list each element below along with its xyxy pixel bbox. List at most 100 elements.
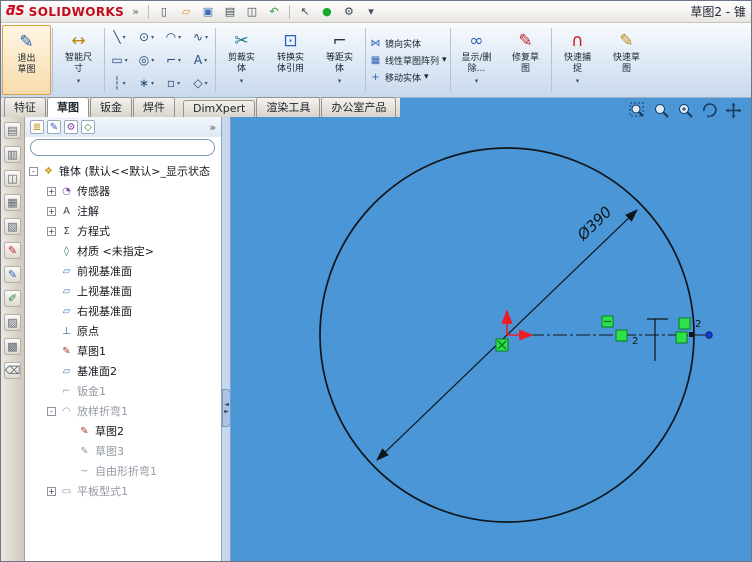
mirror-entities-button[interactable]: ⋈ 镜向实体 [369, 37, 449, 50]
dropdown-caret-icon[interactable]: ▾ [177, 80, 180, 87]
book-icon[interactable]: ▩ [4, 338, 21, 355]
tab-sketch[interactable]: 草图 [47, 97, 89, 117]
tree-item-material[interactable]: ◊ 材质 <未指定> [25, 241, 221, 261]
relation-badge-right-bottom[interactable] [675, 331, 688, 344]
tree-item-top-plane[interactable]: ▱ 上视基准面 [25, 281, 221, 301]
circle-tool-icon[interactable]: ⊙ ▾ [133, 26, 160, 49]
horizontal-relation-badge[interactable] [601, 315, 614, 328]
tree-item-freeform-bend1[interactable]: ~ 自由形折弯1 [25, 461, 221, 481]
tree-item-sheet-metal1[interactable]: ⌐ 钣金1 [25, 381, 221, 401]
expand-toggle-icon[interactable]: + [47, 226, 56, 236]
dropdown-caret-icon[interactable]: ▾ [178, 57, 181, 64]
repair-sketch-button[interactable]: ✎ 修复草 图 [501, 25, 550, 95]
tree-item-lofted-bend1[interactable]: - ◠ 放样折弯1 [25, 401, 221, 421]
tree-item-flat-pattern1[interactable]: + ▭ 平板型式1 [25, 481, 221, 501]
pencil-red-icon[interactable]: ✎ [4, 242, 21, 259]
configuration-manager-tab-icon[interactable]: ⚙ [64, 120, 78, 134]
tab-features[interactable]: 特征 [4, 97, 46, 117]
tab-office-products[interactable]: 办公室产品 [321, 97, 397, 117]
exit-sketch-button[interactable]: ✎ 退出 草图 [2, 25, 51, 95]
trim-entities-button[interactable]: ✂ 剪裁实 体 ▾ [217, 25, 266, 95]
point-tool-icon[interactable]: ∗ ▾ [133, 72, 160, 95]
save-icon[interactable]: ▣ [199, 3, 217, 21]
diameter-dimension-label[interactable]: Ø390 [573, 203, 615, 245]
clipboard-icon[interactable]: ▨ [4, 314, 21, 331]
note-palette-icon[interactable]: ▧ [4, 218, 21, 235]
property-manager-tab-icon[interactable]: ✎ [47, 120, 61, 134]
tree-item-plane2[interactable]: ▱ 基准面2 [25, 361, 221, 381]
expand-toggle-icon[interactable]: - [47, 406, 56, 416]
relation-badge-right-top[interactable] [678, 317, 691, 330]
tab-dimxpert[interactable]: DimXpert [183, 100, 256, 117]
dropdown-caret-icon[interactable]: ▾ [123, 34, 126, 41]
dropdown-caret-icon[interactable]: ▾ [123, 80, 126, 87]
convert-entities-button[interactable]: ⊡ 转换实 体引用 [266, 25, 315, 95]
expand-toggle-icon[interactable]: + [47, 206, 56, 216]
header-overflow-chevron-icon[interactable]: » [209, 121, 216, 134]
smart-dimension-button[interactable]: ↔ 智能尺 寸 ▾ [54, 25, 103, 95]
graphics-viewport[interactable]: Ø390 2 2 [231, 117, 752, 562]
dropdown-caret-icon[interactable]: ▾ [338, 76, 342, 87]
expand-toggle-icon[interactable]: - [29, 166, 38, 176]
panel-splitter[interactable]: ◄ ► [222, 117, 231, 561]
sketch-canvas[interactable]: Ø390 2 2 [231, 117, 752, 562]
tab-render-tools[interactable]: 渲染工具 [256, 97, 321, 117]
dropdown-caret-icon[interactable]: ▾ [151, 80, 154, 87]
menu-chevron-icon[interactable]: » [132, 5, 139, 18]
tree-item-front-plane[interactable]: ▱ 前视基准面 [25, 261, 221, 281]
undo-icon[interactable]: ↶ [265, 3, 283, 21]
sketch-point[interactable] [689, 332, 694, 337]
centerline-tool-icon[interactable]: ┆ ▾ [106, 72, 133, 95]
line-tool-icon[interactable]: ╲ ▾ [106, 26, 133, 49]
pan-view-icon[interactable] [725, 102, 742, 119]
pencil-blue-icon[interactable]: ✎ [4, 266, 21, 283]
print-preview-icon[interactable]: ◫ [243, 3, 261, 21]
tree-item-sketch2[interactable]: ✎ 草图2 [25, 421, 221, 441]
coincident-relation-badge[interactable] [615, 329, 628, 342]
construction-geometry-icon[interactable]: ▫ ▾ [160, 72, 187, 95]
spline-tool-icon[interactable]: ∿ ▾ [187, 26, 214, 49]
dropdown-caret-icon[interactable]: ▾ [178, 34, 181, 41]
dropdown-caret-icon[interactable]: ▾ [442, 55, 447, 65]
rotate-view-icon[interactable] [701, 102, 718, 119]
zoom-area-icon[interactable] [653, 102, 670, 119]
expand-toggle-icon[interactable]: + [47, 186, 56, 196]
tree-item-right-plane[interactable]: ▱ 右视基准面 [25, 301, 221, 321]
dropdown-caret-icon[interactable]: ▾ [125, 57, 128, 64]
tree-item-equations[interactable]: + Σ 方程式 [25, 221, 221, 241]
marker-green-icon[interactable]: ✐ [4, 290, 21, 307]
plane-palette-icon[interactable]: ◫ [4, 170, 21, 187]
tree-item-sensors[interactable]: + ◔ 传感器 [25, 181, 221, 201]
new-document-icon[interactable]: ▯ [155, 3, 173, 21]
splitter-handle[interactable]: ◄ ► [222, 389, 231, 427]
dropdown-caret-icon[interactable]: ▾ [77, 76, 81, 87]
tab-weldments[interactable]: 焊件 [133, 97, 175, 117]
display-manager-tab-icon[interactable]: ◇ [81, 120, 95, 134]
dropdown-caret-icon[interactable]: ▾ [240, 76, 244, 87]
feature-manager-tab-icon[interactable]: ≣ [30, 120, 44, 134]
tree-item-annotations[interactable]: + A 注解 [25, 201, 221, 221]
tree-filter-combobox[interactable] [30, 139, 215, 156]
dropdown-caret-icon[interactable]: ▾ [475, 76, 479, 87]
tab-sheet-metal[interactable]: 钣金 [90, 97, 132, 117]
dropdown-caret-icon[interactable]: ▾ [204, 57, 207, 64]
offset-entities-button[interactable]: ⌐ 等距实 体 ▾ [315, 25, 364, 95]
tree-item-part[interactable]: - ❖ 锥体 (默认<<默认>_显示状态 [25, 161, 221, 181]
rebuild-icon[interactable]: ● [318, 3, 336, 21]
zoom-fit-icon[interactable] [629, 102, 646, 119]
tree-item-sketch1[interactable]: ✎ 草图1 [25, 341, 221, 361]
move-entities-button[interactable]: + 移动实体 ▾ [369, 71, 449, 84]
text-tool-icon[interactable]: A ▾ [187, 49, 214, 72]
display-delete-relations-button[interactable]: ∞ 显示/删 除... ▾ [452, 25, 501, 95]
select-arrow-icon[interactable]: ↖ [296, 3, 314, 21]
centerline-endpoint[interactable] [705, 331, 713, 339]
open-folder-icon[interactable]: ▱ [177, 3, 195, 21]
toolbar-dropdown-icon[interactable]: ▾ [362, 3, 380, 21]
options-icon[interactable]: ⚙ [340, 3, 358, 21]
tree-item-origin[interactable]: ⊥ 原点 [25, 321, 221, 341]
dropdown-caret-icon[interactable]: ▾ [151, 57, 154, 64]
dropdown-caret-icon[interactable]: ▾ [205, 80, 208, 87]
print-icon[interactable]: ▤ [221, 3, 239, 21]
dropdown-caret-icon[interactable]: ▾ [424, 72, 429, 82]
dropdown-caret-icon[interactable]: ▾ [151, 34, 154, 41]
